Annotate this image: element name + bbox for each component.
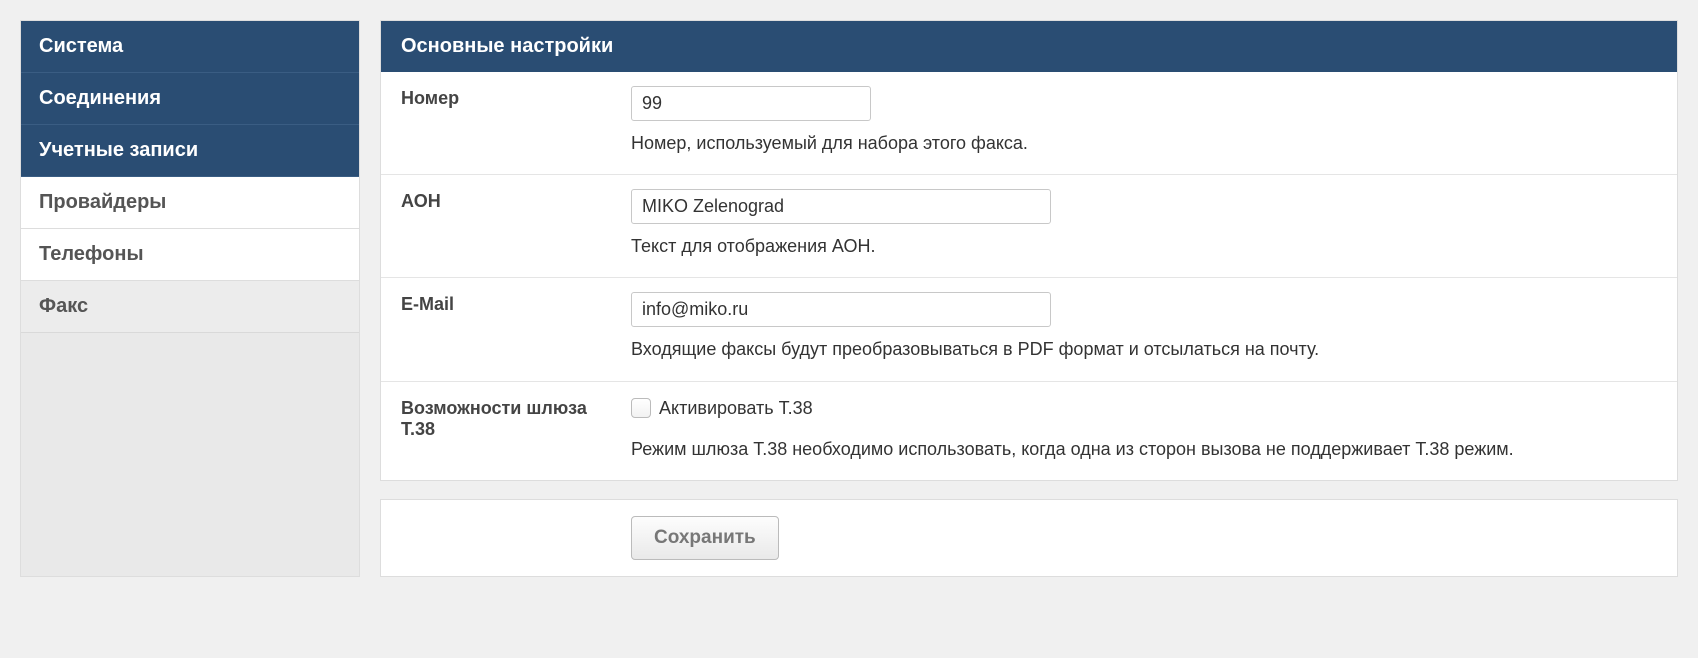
sidebar-item-phones[interactable]: Телефоны — [21, 229, 359, 281]
number-help: Номер, используемый для набора этого фак… — [631, 131, 1657, 156]
label-email: E-Mail — [401, 292, 611, 362]
panel-title: Основные настройки — [381, 21, 1677, 72]
sidebar: Система Соединения Учетные записи Провай… — [20, 20, 360, 577]
label-number: Номер — [401, 86, 611, 156]
label-t38: Возможности шлюза T.38 — [401, 396, 611, 462]
label-aon: АОН — [401, 189, 611, 259]
email-help: Входящие факсы будут преобразовываться в… — [631, 337, 1657, 362]
save-row: Сохранить — [380, 499, 1678, 577]
settings-panel: Основные настройки Номер Номер, использу… — [380, 20, 1678, 481]
aon-input[interactable] — [631, 189, 1051, 224]
t38-help: Режим шлюза T.38 необходимо использовать… — [631, 437, 1657, 462]
save-button[interactable]: Сохранить — [631, 516, 779, 560]
sidebar-item-accounts[interactable]: Учетные записи — [21, 125, 359, 177]
sidebar-item-system[interactable]: Система — [21, 21, 359, 73]
sidebar-item-providers[interactable]: Провайдеры — [21, 177, 359, 229]
number-input[interactable] — [631, 86, 871, 121]
sidebar-item-connections[interactable]: Соединения — [21, 73, 359, 125]
aon-help: Текст для отображения АОН. — [631, 234, 1657, 259]
t38-checkbox[interactable] — [631, 398, 651, 418]
email-input[interactable] — [631, 292, 1051, 327]
t38-checkbox-label[interactable]: Активировать T.38 — [659, 398, 813, 419]
sidebar-item-fax[interactable]: Факс — [21, 281, 359, 333]
